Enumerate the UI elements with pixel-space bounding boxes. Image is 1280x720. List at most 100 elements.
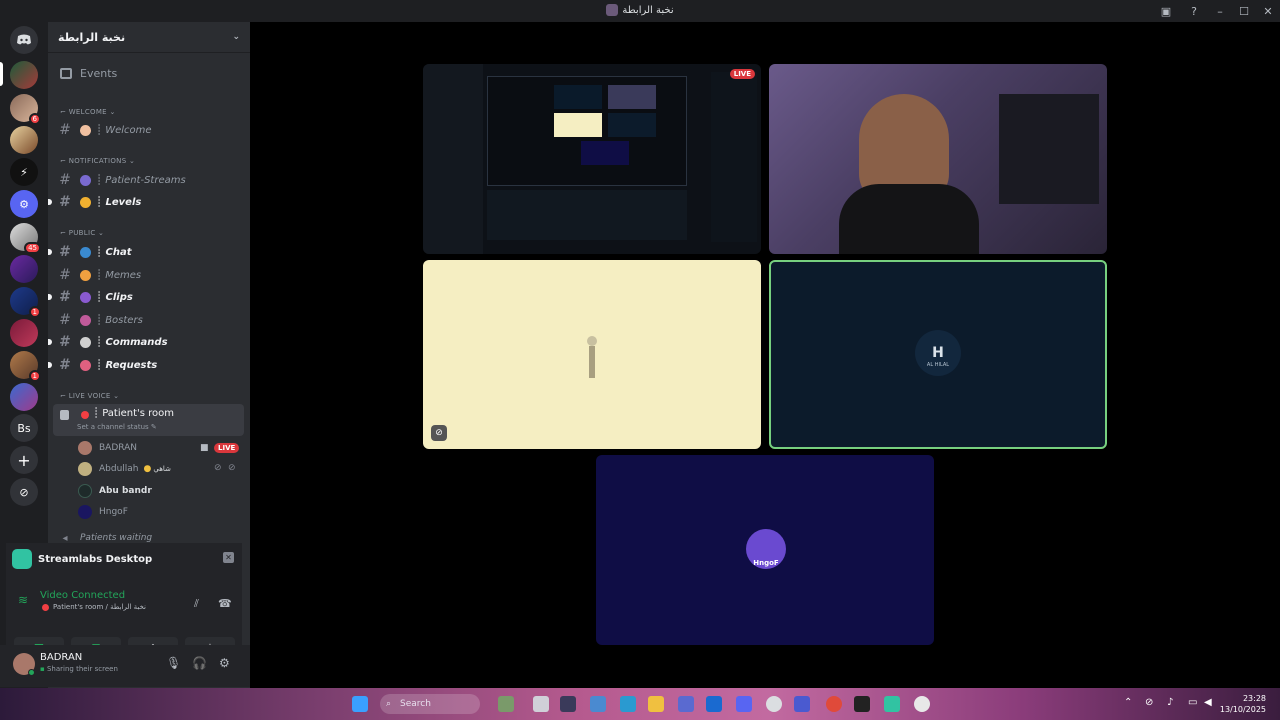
voice-channel-patients-room[interactable]: ┊ Patient's room Set a channel status ✎	[53, 404, 244, 436]
category-public[interactable]: ⌐ PUBLIC ⌄	[60, 229, 104, 237]
voice-user-badran[interactable]: BADRAN	[78, 439, 137, 457]
channel-memes[interactable]: # ┊ Memes	[56, 265, 246, 285]
category-welcome[interactable]: ⌐ WELCOME ⌄	[60, 108, 116, 116]
user-panel: BADRAN ▪ Sharing their screen 🎙 🎧 ⚙	[0, 645, 250, 687]
task-view-icon[interactable]	[533, 696, 549, 712]
avatar	[78, 441, 92, 455]
server-icon-nukhba[interactable]	[10, 61, 38, 89]
chrome-icon[interactable]	[826, 696, 842, 712]
online-status-icon	[28, 669, 35, 676]
category-notifications[interactable]: ⌐ NOTIFICATIONS ⌄	[60, 157, 135, 165]
medal-emoji-icon	[80, 196, 91, 208]
camera-icon: ■	[200, 443, 209, 453]
settings-gear-icon[interactable]: ⚙	[219, 656, 230, 670]
obs-chat	[711, 72, 757, 242]
events-item[interactable]: Events	[56, 62, 246, 84]
discord-home-icon[interactable]	[10, 26, 38, 54]
windows-start-icon[interactable]	[352, 696, 368, 712]
hngof-tile[interactable]: HngoF	[596, 455, 934, 645]
display-icon[interactable]: ▭	[1188, 697, 1197, 708]
volume-icon[interactable]: ◀	[1204, 697, 1212, 708]
taskbar-clock[interactable]: 23:28 13/10/2025	[1220, 693, 1266, 715]
minimize-button[interactable]: –	[1208, 0, 1232, 22]
preview-tile	[554, 85, 602, 109]
streamlabs-taskbar-icon[interactable]	[884, 696, 900, 712]
taskbar-search[interactable]: ⌕ Search	[380, 694, 480, 714]
outlook-icon[interactable]	[706, 696, 722, 712]
voice-user-abu-bandr[interactable]: Abu bandr	[78, 482, 152, 500]
unread-indicator	[48, 339, 52, 345]
server-icon-9[interactable]	[10, 319, 38, 347]
robot-emoji-icon	[80, 336, 91, 348]
title-bar: نخبة الرابطة ▣ ? – ☐ ✕	[0, 0, 1280, 22]
voice-location[interactable]: Patient's room / نخبة الرابطة	[42, 603, 146, 611]
server-icon-11[interactable]	[10, 383, 38, 411]
red-circle-emoji-icon	[81, 411, 89, 419]
hash-icon: #	[59, 194, 71, 210]
teams-icon[interactable]	[794, 696, 810, 712]
settings-icon[interactable]	[914, 696, 930, 712]
store-icon[interactable]	[560, 696, 576, 712]
channel-levels[interactable]: # ┊ Levels	[56, 192, 246, 212]
server-icon-6[interactable]: 45	[10, 223, 41, 254]
server-icon-2[interactable]: 6	[10, 94, 41, 125]
app-icon[interactable]	[854, 696, 870, 712]
unread-indicator	[48, 199, 52, 205]
channel-chat[interactable]: # ┊ Chat	[56, 242, 246, 262]
server-icon-3[interactable]	[10, 126, 38, 154]
channel-requests[interactable]: # ┊ Requests	[56, 355, 246, 375]
channel-welcome[interactable]: # ┊ Welcome	[56, 120, 246, 140]
close-button[interactable]: ✕	[1256, 0, 1280, 22]
hash-icon: #	[59, 267, 71, 283]
server-icon-4[interactable]: ⚡	[10, 158, 38, 186]
headphones-icon[interactable]: 🎧	[192, 656, 207, 670]
booster-emoji-icon	[80, 314, 91, 326]
obs-icon[interactable]	[766, 696, 782, 712]
alhilal-tile[interactable]: H AL HILAL	[769, 260, 1107, 449]
lock-icon	[60, 410, 69, 420]
close-activity-icon[interactable]: ✕	[223, 552, 234, 563]
copilot-icon[interactable]	[590, 696, 606, 712]
channel-bosters[interactable]: # ┊ Bosters	[56, 310, 246, 330]
alien-emoji-icon	[80, 174, 91, 186]
help-icon[interactable]: ?	[1180, 0, 1208, 22]
channel-clips[interactable]: # ┊ Clips	[56, 287, 246, 307]
microphone-icon[interactable]: 🎙	[166, 656, 181, 670]
chevron-down-icon: ⌄	[232, 32, 240, 42]
tea-emoji-icon: ●	[143, 464, 152, 474]
noise-suppression-icon[interactable]: ⫽	[194, 597, 199, 611]
voice-user-abdullah[interactable]: Abdullah ● شاهي	[78, 460, 171, 478]
channel-patient-streams[interactable]: # ┊ Patient-Streams	[56, 170, 246, 190]
network-icon[interactable]: ⊘	[1145, 697, 1153, 708]
server-icon-bs[interactable]: Bs	[10, 414, 38, 442]
server-icon-10[interactable]: 1	[10, 351, 41, 382]
channel-commands[interactable]: # ┊ Commands	[56, 332, 246, 352]
chevron-up-icon[interactable]: ⌃	[1124, 697, 1132, 708]
screen-share-tile[interactable]: LIVE	[423, 64, 761, 254]
add-server-icon[interactable]: +	[10, 446, 38, 474]
discord-taskbar-icon[interactable]	[736, 696, 752, 712]
maximize-button[interactable]: ☐	[1232, 0, 1256, 22]
voice-user-hngof[interactable]: HngoF	[78, 503, 128, 521]
channel-status[interactable]: Set a channel status ✎	[77, 423, 157, 431]
unread-indicator	[48, 294, 52, 300]
server-icon-7[interactable]	[10, 255, 38, 283]
server-icon-5[interactable]: ⚙	[10, 190, 38, 218]
inbox-icon[interactable]: ▣	[1152, 0, 1180, 22]
skeleton-tile[interactable]: ⊘	[423, 260, 761, 449]
background-monitor	[999, 94, 1099, 204]
mic-tray-icon[interactable]: ♪	[1167, 697, 1173, 708]
file-explorer-icon[interactable]	[648, 696, 664, 712]
category-live-voice[interactable]: ⌐ LIVE VOICE ⌄	[60, 392, 119, 400]
app-icon[interactable]	[678, 696, 694, 712]
avatar	[78, 505, 92, 519]
discover-icon[interactable]: ⊘	[10, 478, 38, 506]
edge-icon[interactable]	[620, 696, 636, 712]
camera-tile[interactable]	[769, 64, 1107, 254]
deafened-icon: ⊘	[228, 463, 236, 473]
server-header[interactable]: نخبة الرابطة ⌄	[48, 22, 250, 52]
avatar	[78, 484, 92, 498]
disconnect-icon[interactable]: ☎	[218, 597, 232, 610]
widgets-icon[interactable]	[498, 696, 514, 712]
server-icon-8[interactable]: 1	[10, 287, 41, 318]
